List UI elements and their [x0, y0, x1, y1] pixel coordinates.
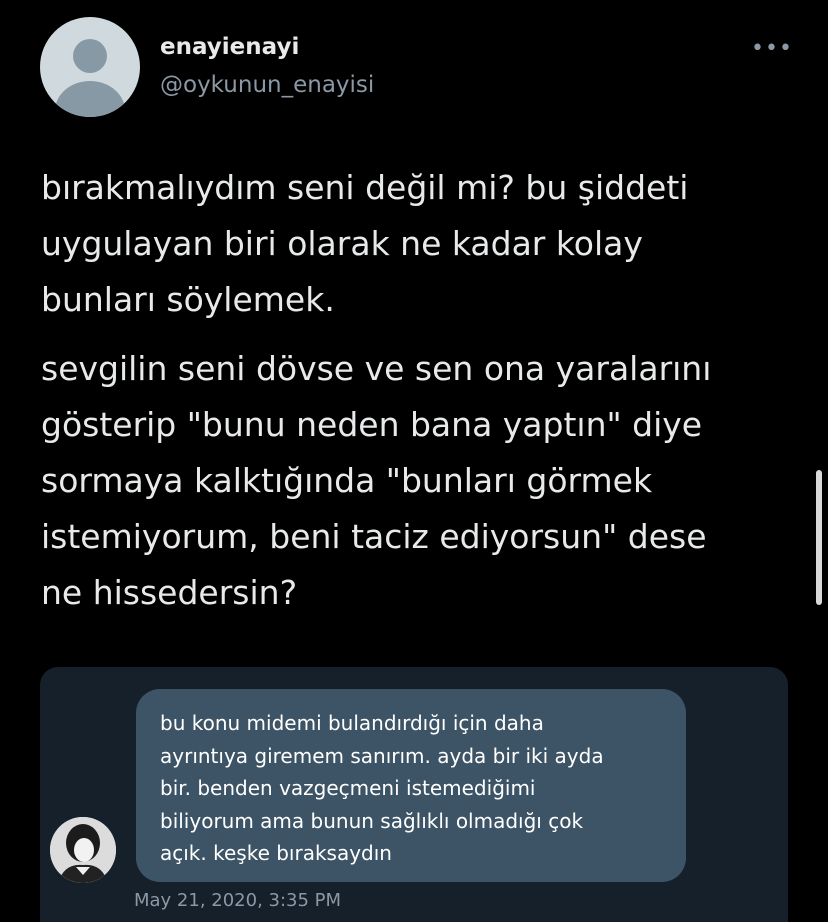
tweet-line: uygulayan biri olarak ne kadar kolay — [41, 224, 643, 263]
tweet-line: sormaya kalktığında "bunları görmek — [41, 461, 653, 500]
avatar-head — [73, 39, 107, 73]
attached-dm-screenshot[interactable]: bu konu midemi bulandırdığı için daha ay… — [40, 667, 788, 922]
profile-avatar-icon[interactable] — [40, 17, 140, 117]
display-name[interactable]: enayienayi — [160, 34, 299, 60]
tweet-line: bırakmalıydım seni değil mi? bu şiddeti — [41, 168, 689, 207]
tweet-line: bunları söylemek. — [41, 280, 335, 319]
more-options-button[interactable]: ••• — [751, 32, 793, 64]
tweet-text: bırakmalıydım seni değil mi? bu şiddeti … — [41, 160, 801, 634]
message-timestamp: May 21, 2020, 3:35 PM — [134, 890, 342, 911]
dm-message-bubble: bu konu midemi bulandırdığı için daha ay… — [136, 689, 686, 882]
tweet-page: enayienayi @oykunun_enayisi ••• bırakmal… — [0, 0, 828, 922]
more-dots-icon: ••• — [751, 35, 793, 61]
tweet-line: sevgilin seni dövse ve sen ona yaraların… — [41, 349, 712, 388]
tweet-line: ne hissedersin? — [41, 573, 298, 612]
tweet-paragraph-2: sevgilin seni dövse ve sen ona yaraların… — [41, 341, 801, 621]
message-line: açık. keşke bıraksaydın — [160, 841, 392, 865]
tweet-line: gösterip "bunu neden bana yaptın" diye — [41, 405, 703, 444]
message-line: ayrıntıya giremem sanırım. ayda bir iki … — [160, 743, 604, 768]
tweet-paragraph-1: bırakmalıydım seni değil mi? bu şiddeti … — [41, 160, 801, 328]
scrollbar[interactable] — [816, 470, 822, 605]
tweet-line: istemiyorum, beni taciz ediyorsun" dese — [41, 517, 707, 556]
message-line: biliyorum ama bunun sağlıklı olmadığı ço… — [160, 808, 584, 833]
message-line: bu konu midemi bulandırdığı için daha — [160, 711, 544, 735]
message-line: bir. benden vazgeçmeni istemediğimi — [160, 776, 536, 800]
avatar-body — [55, 81, 125, 117]
user-handle[interactable]: @oykunun_enayisi — [160, 72, 374, 98]
sender-avatar-icon — [50, 817, 116, 883]
